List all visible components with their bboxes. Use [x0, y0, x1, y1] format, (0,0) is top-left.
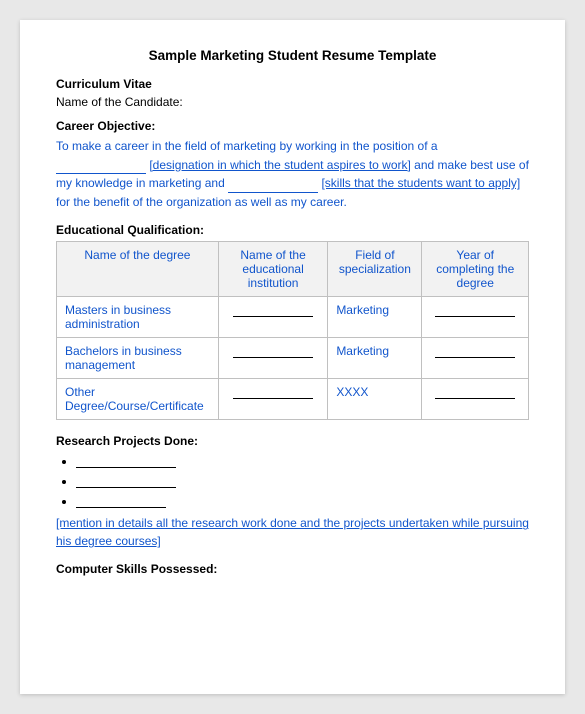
edu-qual-label: Educational Qualification:	[56, 223, 529, 237]
education-table: Name of the degree Name of the education…	[56, 241, 529, 420]
row2-field: Marketing	[328, 338, 422, 379]
row3-year	[422, 379, 529, 420]
col-field: Field of specialization	[328, 242, 422, 297]
computer-skills-label: Computer Skills Possessed:	[56, 562, 529, 576]
candidate-field: Name of the Candidate:	[56, 95, 529, 109]
table-row: Other Degree/Course/Certificate XXXX	[57, 379, 529, 420]
row2-degree: Bachelors in business management	[57, 338, 219, 379]
row1-institution	[218, 297, 327, 338]
research-label: Research Projects Done:	[56, 434, 529, 448]
row1-degree: Masters in business administration	[57, 297, 219, 338]
research-section: Research Projects Done: [mention in deta…	[56, 434, 529, 550]
computer-skills-section: Computer Skills Possessed:	[56, 562, 529, 576]
row2-institution	[218, 338, 327, 379]
research-list	[76, 454, 529, 508]
col-year: Year of completing the degree	[422, 242, 529, 297]
resume-page: Sample Marketing Student Resume Template…	[20, 20, 565, 694]
blank-skills	[228, 183, 318, 193]
research-note: [mention in details all the research wor…	[56, 514, 529, 550]
col-degree: Name of the degree	[57, 242, 219, 297]
candidate-label: Name of the Candidate:	[56, 95, 183, 109]
row1-field: Marketing	[328, 297, 422, 338]
list-item	[76, 494, 529, 508]
row1-year	[422, 297, 529, 338]
row3-degree: Other Degree/Course/Certificate	[57, 379, 219, 420]
row2-year	[422, 338, 529, 379]
career-objective-label: Career Objective:	[56, 119, 529, 133]
col-institution: Name of the educational institution	[218, 242, 327, 297]
curriculum-vitae-label: Curriculum Vitae	[56, 77, 529, 91]
row3-institution	[218, 379, 327, 420]
page-title: Sample Marketing Student Resume Template	[56, 48, 529, 63]
list-item	[76, 474, 529, 488]
list-item	[76, 454, 529, 468]
table-row: Masters in business administration Marke…	[57, 297, 529, 338]
table-row: Bachelors in business management Marketi…	[57, 338, 529, 379]
career-objective-text: To make a career in the field of marketi…	[56, 137, 529, 211]
row3-field: XXXX	[328, 379, 422, 420]
blank-designation	[56, 164, 146, 174]
